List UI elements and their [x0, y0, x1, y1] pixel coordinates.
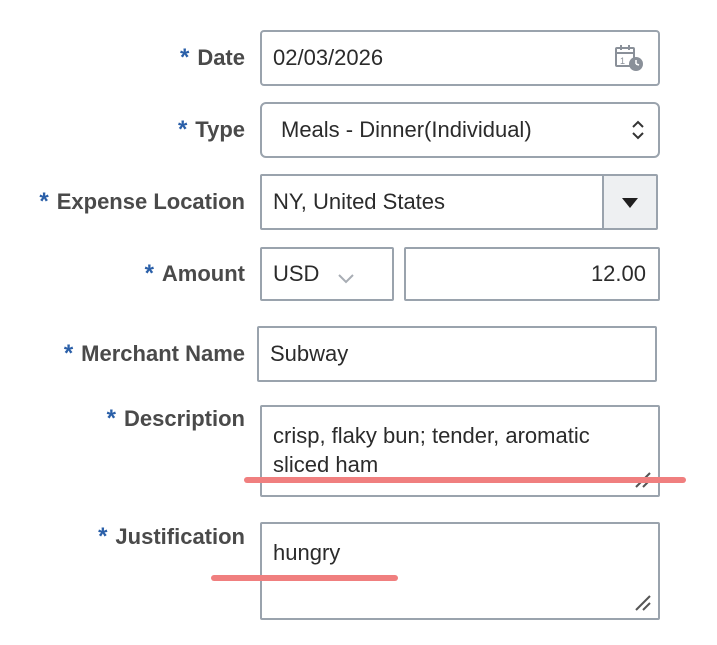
type-label: * Type [177, 116, 245, 143]
dropdown-button[interactable] [602, 176, 656, 228]
chevron-down-icon[interactable] [336, 266, 356, 284]
svg-text:1: 1 [620, 56, 625, 66]
amount-input[interactable]: 12.00 [404, 247, 660, 301]
required-marker: * [39, 188, 49, 215]
required-marker: * [177, 116, 188, 143]
justification-label: * Justification [98, 523, 245, 550]
description-value[interactable]: crisp, flaky bun; tender, aromatic slice… [273, 421, 638, 479]
required-marker: * [144, 260, 154, 287]
dropdown-triangle-icon[interactable] [604, 176, 656, 228]
merchant-name-label: * Merchant Name [63, 340, 245, 367]
calendar-icon[interactable]: 1 [614, 44, 646, 74]
description-textarea[interactable]: crisp, flaky bun; tender, aromatic slice… [260, 405, 660, 497]
type-select[interactable]: Meals - Dinner(Individual) [260, 102, 660, 158]
expense-location-label: * Expense Location [39, 188, 245, 215]
amount-value[interactable]: 12.00 [591, 261, 646, 287]
expense-location-combobox[interactable]: NY, United States [260, 174, 658, 230]
required-marker: * [98, 523, 108, 550]
currency-value[interactable]: USD [273, 261, 319, 287]
currency-select[interactable]: USD [260, 247, 394, 301]
resize-handle-icon[interactable] [632, 592, 652, 612]
expense-location-value[interactable]: NY, United States [273, 189, 445, 215]
merchant-name-input[interactable]: Subway [257, 326, 657, 382]
justification-value[interactable]: hungry [273, 538, 638, 567]
justification-textarea[interactable]: hungry [260, 522, 660, 620]
required-marker: * [179, 44, 190, 71]
required-marker: * [106, 405, 116, 432]
annotation-underline [244, 477, 686, 483]
date-value[interactable]: 02/03/2026 [273, 45, 383, 71]
type-value[interactable]: Meals - Dinner(Individual) [281, 117, 532, 143]
date-label: * Date [179, 44, 245, 71]
up-down-chevron-icon[interactable] [630, 119, 646, 141]
description-label: * Description [106, 405, 245, 432]
merchant-name-value[interactable]: Subway [270, 341, 348, 367]
required-marker: * [63, 340, 74, 367]
amount-label: * Amount [144, 260, 245, 287]
annotation-underline [211, 575, 398, 581]
date-field[interactable]: 02/03/2026 1 [260, 30, 660, 86]
